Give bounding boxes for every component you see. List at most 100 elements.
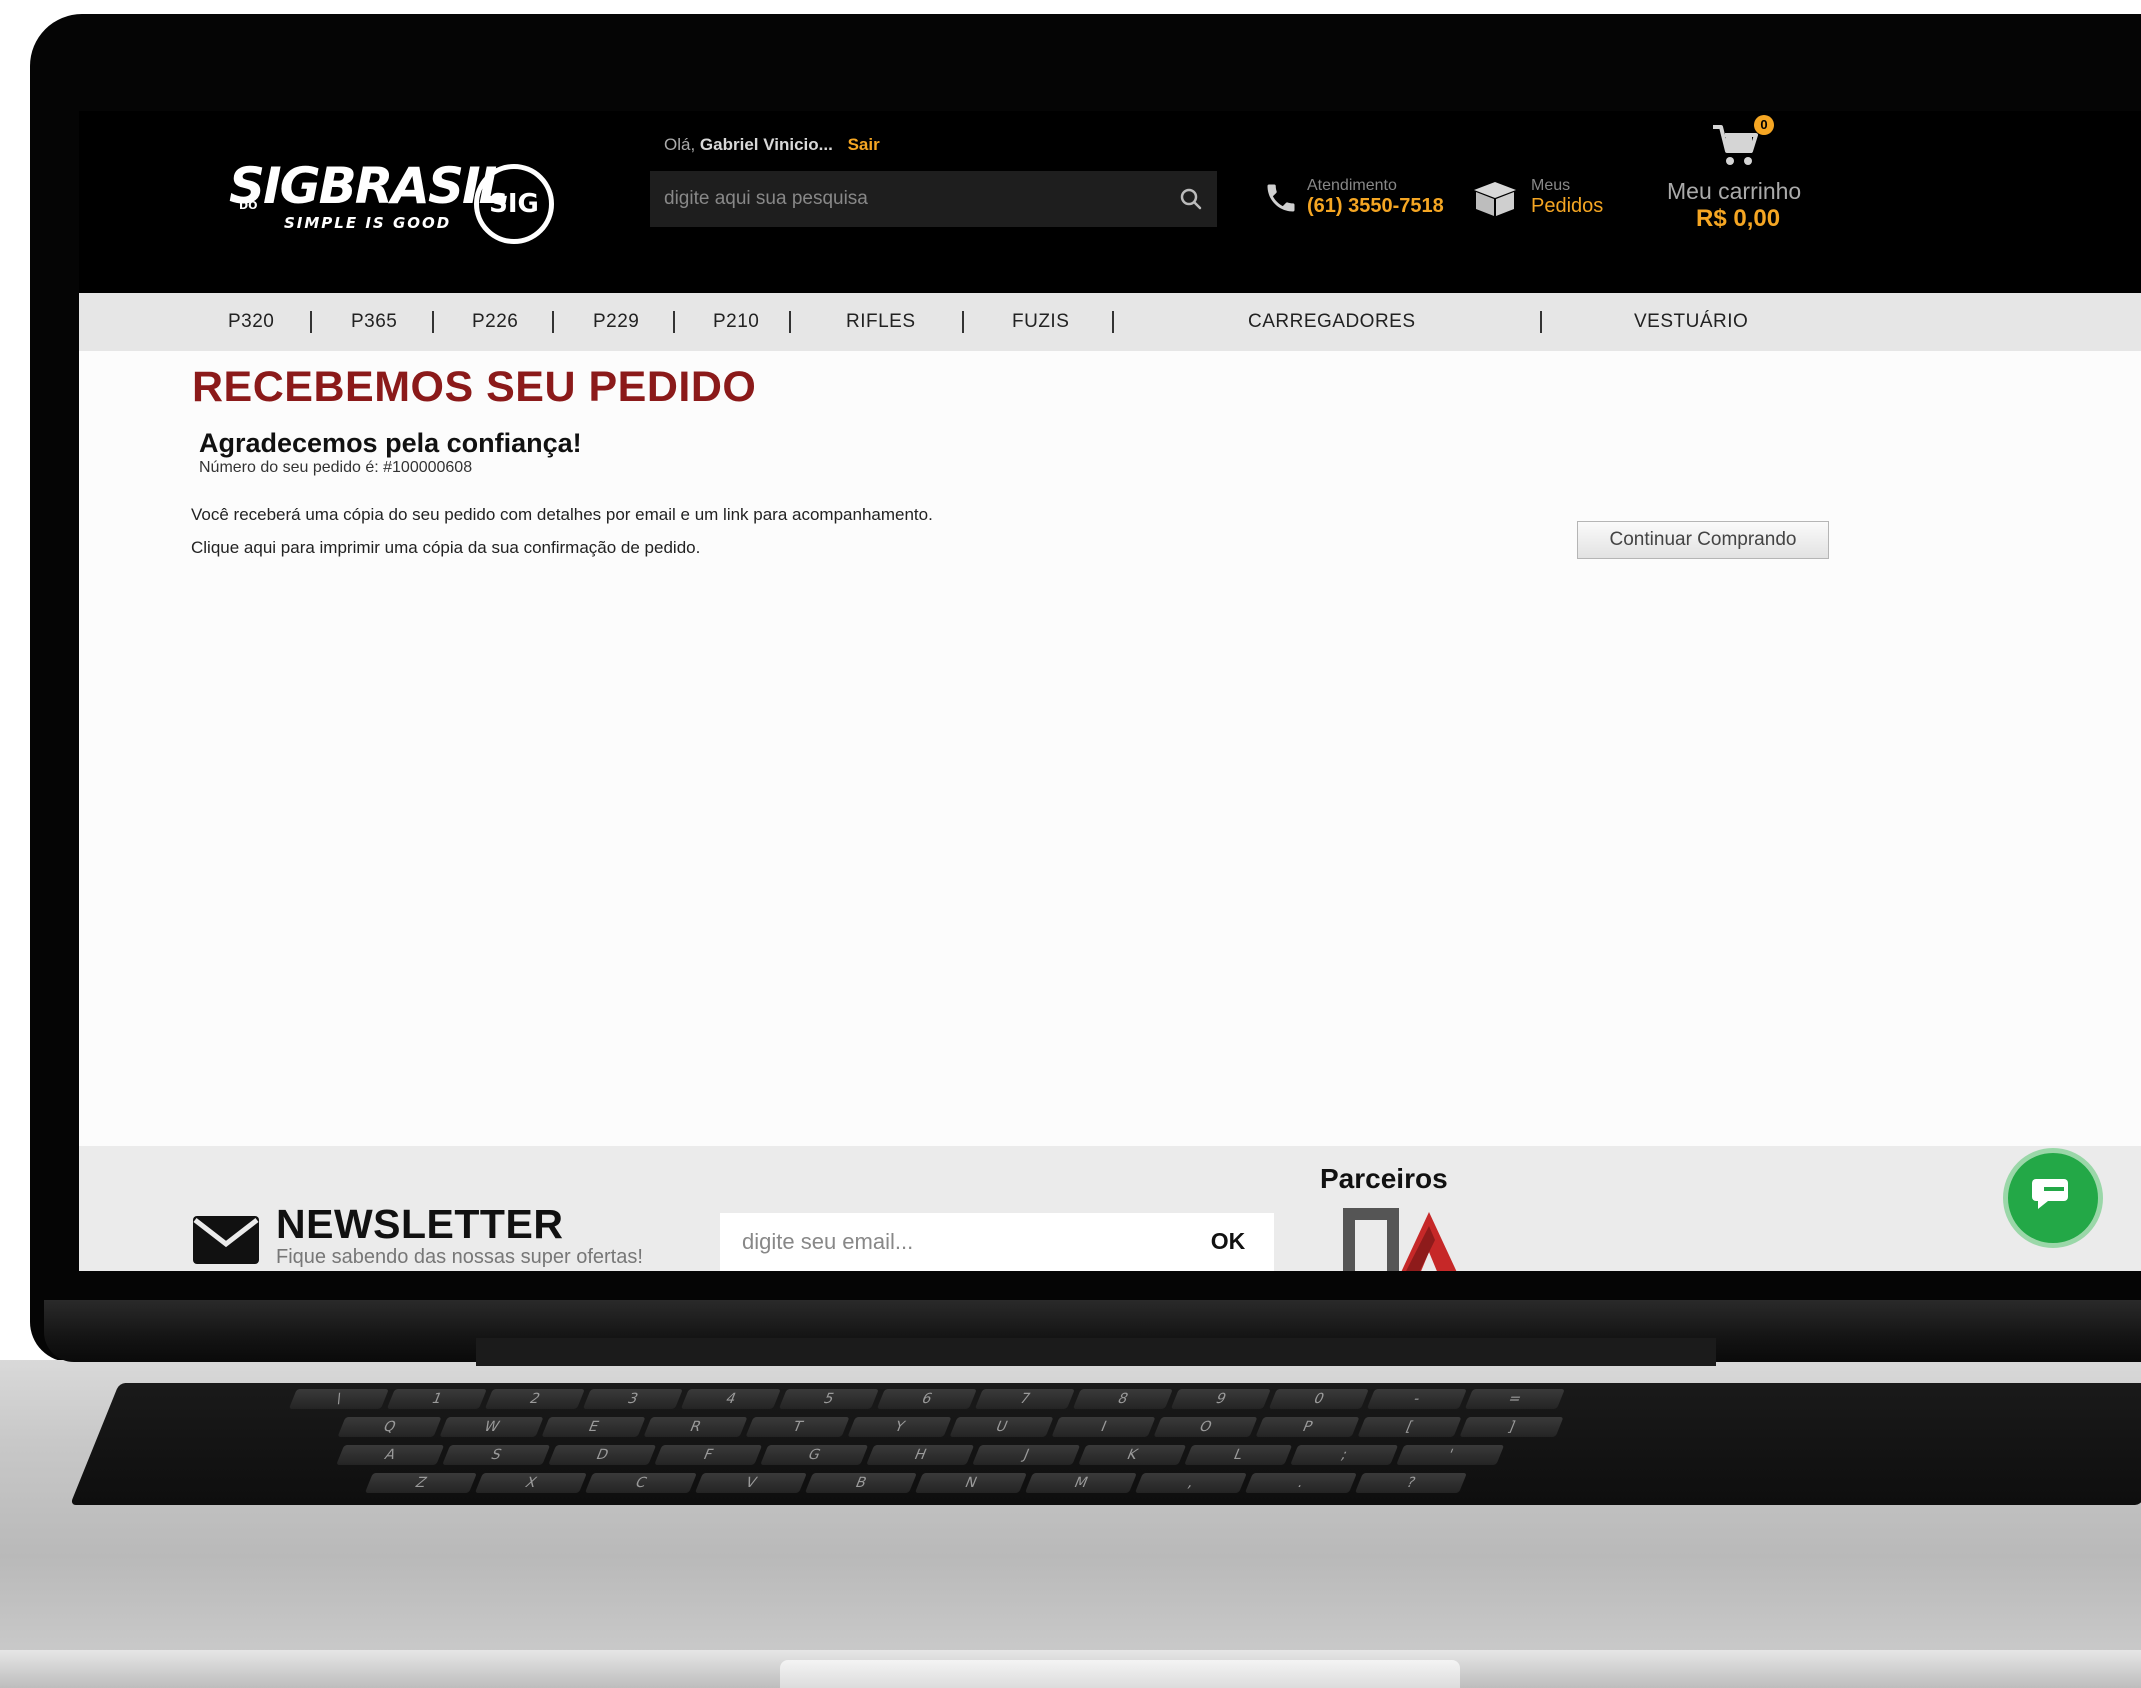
cart-label[interactable]: Meu carrinho [1667,178,1801,205]
keyboard-key: ; [1290,1445,1399,1465]
keyboard-key: = [1464,1389,1565,1409]
laptop-hinge-inner [476,1338,1716,1366]
keyboard-row-1: \ 1 2 3 4 5 6 7 8 9 0- = [288,1389,1565,1409]
keyboard-key: R [643,1417,748,1437]
keyboard: \ 1 2 3 4 5 6 7 8 9 0- = Q W E R T Y U I O P[] A S D F G H J K L; ' Z… [70,1383,2141,1505]
keyboard-key: C [584,1473,697,1493]
keyboard-key: J [972,1445,1081,1465]
nav-separator [310,311,312,333]
nav-item-p365[interactable]: P365 [351,293,397,351]
greeting-prefix: Olá, [664,135,696,154]
keyboard-key: U [949,1417,1054,1437]
keyboard-key: S [442,1445,551,1465]
order-number: Número do seu pedido é: #100000608 [199,459,473,476]
continue-shopping-button[interactable]: Continuar Comprando [1577,521,1829,559]
logout-link[interactable]: Sair [848,135,880,154]
keyboard-key: E [541,1417,646,1437]
keyboard-key: 9 [1170,1389,1271,1409]
chat-button[interactable] [2003,1148,2103,1248]
keyboard-key: O [1153,1417,1258,1437]
keyboard-key: 0 [1268,1389,1369,1409]
trackpad-edge [780,1660,1460,1688]
mail-icon [193,1216,259,1264]
email-note: Você receberá uma cópia do seu pedido co… [191,505,933,524]
keyboard-key: A [336,1445,445,1465]
search-input[interactable] [650,171,1164,227]
keyboard-row-3: A S D F G H J K L; ' [336,1445,1505,1465]
keyboard-key: V [694,1473,807,1493]
keyboard-key: 2 [484,1389,585,1409]
partners-title: Parceiros [1320,1163,1448,1194]
keyboard-key: ? [1354,1473,1467,1493]
newsletter-email-input[interactable] [720,1213,1274,1271]
keyboard-key: K [1078,1445,1187,1465]
nav-separator [673,311,675,333]
keyboard-key: - [1366,1389,1467,1409]
logo-tagline: SIMPLE IS GOOD [284,214,452,232]
cart-count-badge: 0 [1754,115,1774,135]
keyboard-key: 7 [974,1389,1075,1409]
keyboard-key: [ [1357,1417,1462,1437]
nav-item-p320[interactable]: P320 [228,293,274,351]
keyboard-key: B [804,1473,917,1493]
nav-item-p229[interactable]: P229 [593,293,639,351]
orders-link[interactable]: Pedidos [1531,195,1603,218]
keyboard-key: 1 [386,1389,487,1409]
keyboard-key: L [1184,1445,1293,1465]
search-icon[interactable] [1179,187,1203,211]
nav-item-rifles[interactable]: RIFLES [846,293,916,351]
box-icon [1474,182,1516,216]
nav-separator [962,311,964,333]
search-bar [650,171,1217,227]
keyboard-key: D [548,1445,657,1465]
partner-logo[interactable] [1341,1206,1471,1271]
keyboard-key: , [1134,1473,1247,1493]
keyboard-key: 6 [876,1389,977,1409]
site-logo[interactable]: SIGBRASIL [229,161,510,211]
orders-label: Meus [1531,177,1571,194]
support-phone[interactable]: (61) 3550-7518 [1307,195,1444,218]
nav-item-fuzis[interactable]: FUZIS [1012,293,1069,351]
phone-icon [1267,184,1295,212]
nav-item-p210[interactable]: P210 [713,293,759,351]
nav-separator [1112,311,1114,333]
main-nav: P320 P365 P226 P229 P210 RIFLES FUZIS CA… [79,293,2141,351]
print-confirmation-link[interactable]: Clique aqui para imprimir uma cópia da s… [191,538,700,558]
keyboard-key: 3 [582,1389,683,1409]
keyboard-key: Q [337,1417,442,1437]
keyboard-key: X [474,1473,587,1493]
keyboard-key: Y [847,1417,952,1437]
keyboard-key: 5 [778,1389,879,1409]
keyboard-key: Z [364,1473,477,1493]
keyboard-key: F [654,1445,763,1465]
keyboard-key: P [1255,1417,1360,1437]
logo-prefix: DO [239,199,258,212]
nav-item-vestuario[interactable]: VESTUÁRIO [1634,293,1748,351]
screen: SIGBRASIL DO SIMPLE IS GOOD SIG Olá, Gab… [79,111,2141,1271]
nav-separator [1540,311,1542,333]
nav-separator [552,311,554,333]
keyboard-row-4: Z X C V B N M,.? [364,1473,1467,1493]
site-footer: NEWSLETTER Fique sabendo das nossas supe… [79,1146,2141,1271]
keyboard-key: . [1244,1473,1357,1493]
keyboard-key: 4 [680,1389,781,1409]
keyboard-key: ' [1396,1445,1505,1465]
nav-item-carregadores[interactable]: CARREGADORES [1248,293,1416,351]
nav-separator [432,311,434,333]
nav-separator [789,311,791,333]
user-name: Gabriel Vinicio... [699,135,833,154]
thank-you-heading: Agradecemos pela confiança! [199,428,582,458]
user-greeting: Olá, Gabriel Vinicio... Sair [664,135,880,155]
keyboard-key: W [439,1417,544,1437]
newsletter-ok-button[interactable]: OK [1198,1213,1258,1269]
keyboard-key: ] [1459,1417,1564,1437]
page-title: RECEBEMOS SEU PEDIDO [192,363,757,411]
nav-item-p226[interactable]: P226 [472,293,518,351]
keyboard-key: I [1051,1417,1156,1437]
cart-total: R$ 0,00 [1696,205,1781,232]
keyboard-key: M [1024,1473,1137,1493]
logo-seal: SIG [474,164,554,244]
site-header: SIGBRASIL DO SIMPLE IS GOOD SIG Olá, Gab… [79,111,2141,293]
newsletter-subtitle: Fique sabendo das nossas super ofertas! [276,1246,643,1268]
chat-icon [2032,1179,2068,1209]
